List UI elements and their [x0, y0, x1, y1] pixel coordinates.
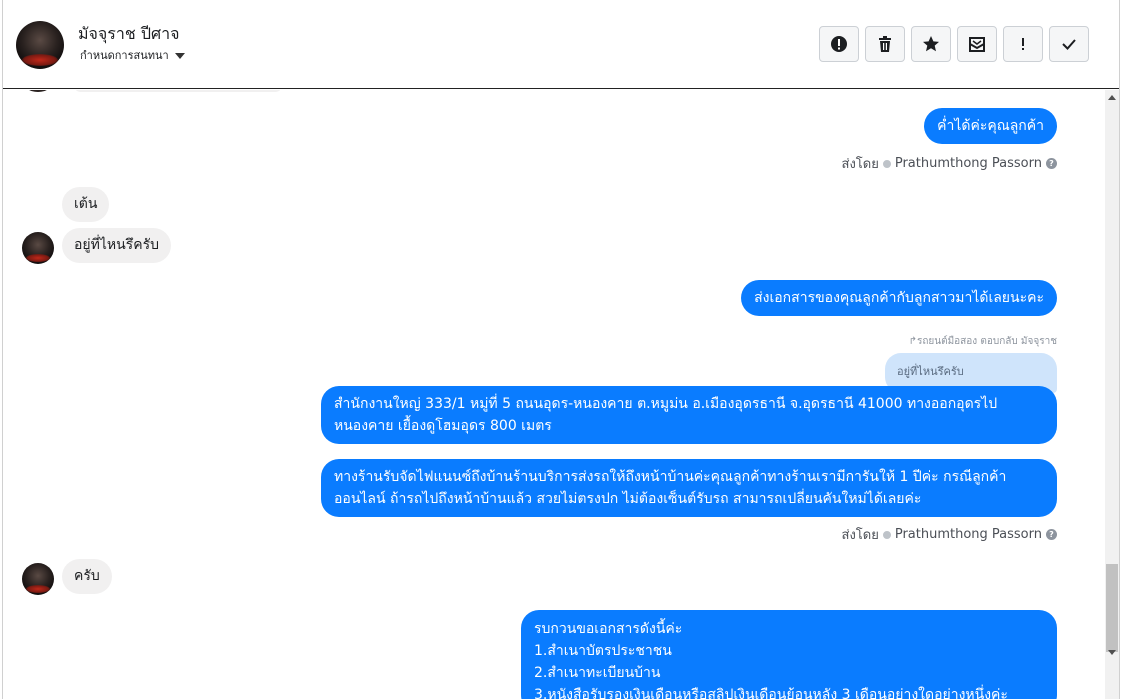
scroll-up-arrow-icon[interactable] [1108, 95, 1116, 100]
star-button[interactable] [911, 26, 951, 62]
scrollbar[interactable] [1105, 90, 1119, 699]
alert-circle-icon [831, 36, 847, 52]
toolbar [819, 26, 1089, 62]
mark-spam-button[interactable] [819, 26, 859, 62]
sent-by-prefix: ส่งโดย [841, 528, 879, 543]
avatar [22, 563, 54, 595]
help-icon[interactable]: ? [1046, 529, 1057, 540]
message-bubble-outgoing[interactable]: ทางร้านรับจัดไฟแนนซ์ถึงบ้านร้านบริการส่ง… [321, 459, 1057, 517]
message-bubble-outgoing[interactable]: ค่ำได้ค่ะคุณลูกค้า [924, 108, 1057, 144]
schedule-label: กำหนดการสนทนา [80, 49, 169, 62]
mail-icon [969, 37, 985, 52]
message-line: 3.หนังสือรับรองเงินเดือนหรือสลิปเงินเดือ… [534, 687, 1008, 699]
flag-button[interactable] [1003, 26, 1043, 62]
scrollbar-thumb[interactable] [1106, 564, 1118, 652]
check-icon [1062, 39, 1076, 50]
mark-unread-button[interactable] [957, 26, 997, 62]
caret-down-icon [174, 53, 185, 59]
done-button[interactable] [1049, 26, 1089, 62]
message-bubble-incoming[interactable]: ครับ [62, 559, 112, 594]
sent-by-prefix: ส่งโดย [841, 157, 879, 172]
agent-name: Prathumthong Passorn [894, 156, 1042, 171]
message-bubble-outgoing[interactable]: รบกวนขอเอกสารดังนี้ค่ะ 1.สำเนาบัตรประชาช… [521, 610, 1057, 699]
inbox-frame: มัจจุราช ปีศาจ กำหนดการสนทนา ค่ำได้ค่ะคุ… [2, 0, 1120, 699]
agent-dot-icon [882, 159, 891, 168]
scroll-down-arrow-icon[interactable] [1108, 650, 1116, 655]
help-icon[interactable]: ? [1046, 158, 1057, 169]
message-line: รบกวนขอเอกสารดังนี้ค่ะ [534, 621, 683, 637]
avatar [22, 90, 54, 92]
star-icon [923, 36, 939, 52]
schedule-dropdown[interactable]: กำหนดการสนทนา [80, 46, 185, 64]
message-bubble-outgoing[interactable]: สำนักงานใหญ่ 333/1 หมู่ที่ 5 ถนนอุดร-หนอ… [321, 386, 1057, 444]
message-bubble-incoming[interactable]: เต้น [62, 187, 110, 222]
agent-dot-icon [882, 530, 891, 539]
sent-by-line: ส่งโดย Prathumthong Passorn ? [842, 153, 1057, 174]
reply-note: ↱รถยนต์มือสอง ตอบกลับ มัจจุราช [908, 336, 1057, 347]
agent-name: Prathumthong Passorn [894, 527, 1042, 542]
delete-button[interactable] [865, 26, 905, 62]
message-line: 2.สำเนาทะเบียนบ้าน [534, 665, 661, 681]
conversation-header: มัจจุราช ปีศาจ กำหนดการสนทนา [3, 0, 1119, 89]
sent-by-line: ส่งโดย Prathumthong Passorn ? [842, 524, 1057, 545]
message-bubble-incoming [73, 90, 283, 92]
avatar[interactable] [16, 21, 64, 69]
exclamation-icon [1022, 38, 1024, 50]
contact-name[interactable]: มัจจุราช ปีศาจ [78, 22, 180, 47]
message-line: 1.สำเนาบัตรประชาชน [534, 643, 672, 659]
trash-icon [879, 36, 891, 52]
avatar [22, 232, 54, 264]
message-thread[interactable]: ค่ำได้ค่ะคุณลูกค้า ส่งโดย Prathumthong P… [3, 90, 1103, 699]
reply-note-text: รถยนต์มือสอง ตอบกลับ มัจจุราช [916, 336, 1057, 347]
message-bubble-outgoing[interactable]: ส่งเอกสารของคุณลูกค้ากับลูกสาวมาได้เลยนะ… [741, 280, 1057, 316]
message-bubble-incoming[interactable]: อยู่ที่ไหนรึครับ [62, 228, 171, 263]
